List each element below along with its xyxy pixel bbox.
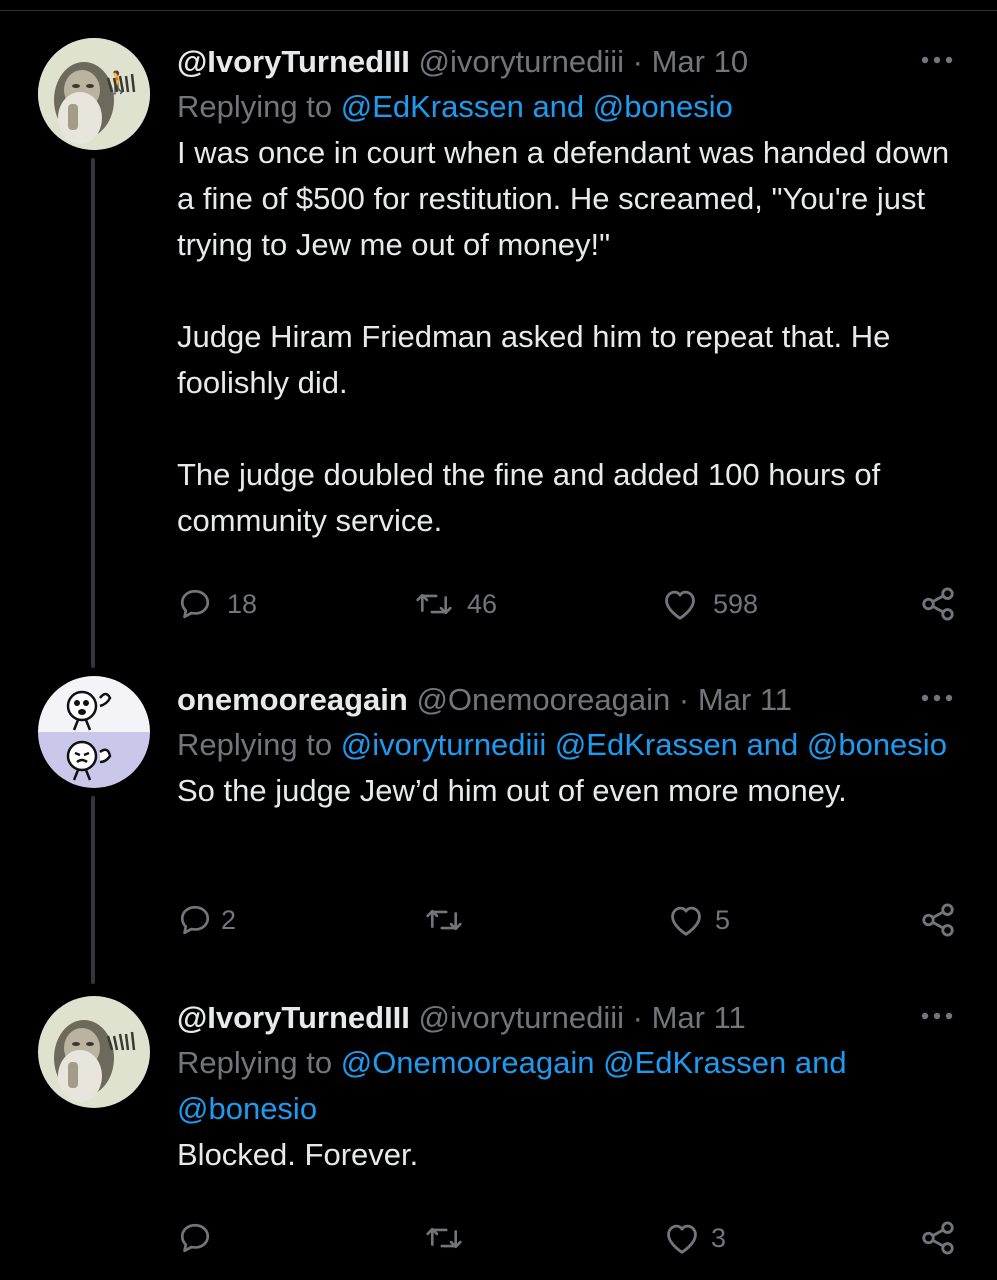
display-name[interactable]: @IvoryTurnedIII bbox=[177, 1000, 410, 1035]
replying-to: Replying to @ivoryturnediii @EdKrassen a… bbox=[177, 722, 957, 768]
like-count: 3 bbox=[711, 1222, 727, 1253]
top-divider bbox=[0, 10, 997, 11]
reply-button[interactable] bbox=[177, 1218, 213, 1258]
reply-button[interactable]: 18 bbox=[177, 584, 257, 624]
tweet-text: Blocked. Forever. bbox=[177, 1137, 419, 1172]
replying-to-links[interactable]: @ivoryturnediii @EdKrassen and @bonesio bbox=[341, 727, 947, 762]
tweet-actions: 3 bbox=[177, 1218, 957, 1258]
display-name[interactable]: onemooreagain bbox=[177, 682, 408, 717]
avatar-ivoryturnediii[interactable] bbox=[38, 996, 150, 1108]
share-icon bbox=[919, 585, 957, 623]
replying-to-label: Replying to bbox=[177, 727, 333, 762]
share-icon bbox=[919, 1219, 957, 1257]
share-icon bbox=[919, 901, 957, 939]
retweet-button[interactable]: 46 bbox=[415, 584, 497, 624]
tweet-actions: 18 46 598 bbox=[177, 584, 957, 624]
retweet-count: 46 bbox=[467, 588, 498, 619]
tweet-actions: 2 5 bbox=[177, 900, 957, 940]
display-name[interactable]: @IvoryTurnedIII bbox=[177, 44, 410, 79]
like-button[interactable]: 5 bbox=[667, 900, 730, 940]
reply-count: 2 bbox=[221, 904, 237, 935]
like-count: 5 bbox=[715, 904, 731, 935]
share-button[interactable] bbox=[919, 900, 957, 940]
reply-button[interactable]: 2 bbox=[177, 900, 236, 940]
separator-dot: · bbox=[632, 44, 643, 79]
tweet-text: So the judge Jew’d him out of even more … bbox=[177, 773, 847, 808]
tweet-date[interactable]: Mar 11 bbox=[652, 1000, 746, 1035]
more-icon[interactable] bbox=[917, 686, 957, 710]
replying-to: Replying to @EdKrassen and @bonesio bbox=[177, 84, 957, 130]
more-icon[interactable] bbox=[917, 48, 957, 72]
replying-to-label: Replying to bbox=[177, 89, 333, 124]
thread-line bbox=[91, 158, 95, 666]
retweet-button[interactable] bbox=[425, 900, 463, 940]
thread-line bbox=[91, 796, 95, 984]
more-icon[interactable] bbox=[917, 1004, 957, 1028]
tweet-date[interactable]: Mar 11 bbox=[698, 682, 792, 717]
retweet-icon bbox=[425, 902, 463, 938]
replying-to-label: Replying to bbox=[177, 1045, 333, 1080]
like-button[interactable]: 598 bbox=[661, 584, 758, 624]
reply-icon bbox=[177, 586, 213, 622]
heart-icon bbox=[663, 1220, 701, 1256]
user-handle[interactable]: @ivoryturnediii bbox=[419, 1000, 624, 1035]
like-count: 598 bbox=[713, 588, 759, 619]
retweet-icon bbox=[425, 1220, 463, 1256]
like-button[interactable]: 3 bbox=[663, 1218, 726, 1258]
separator-dot: · bbox=[678, 682, 690, 717]
tweet-header: onemooreagain @Onemooreagain · Mar 11 bbox=[177, 680, 957, 720]
heart-icon bbox=[667, 902, 705, 938]
thread-line-top bbox=[91, 640, 95, 668]
separator-dot: · bbox=[632, 1000, 643, 1035]
retweet-icon bbox=[415, 586, 453, 622]
share-button[interactable] bbox=[919, 584, 957, 624]
heart-icon bbox=[661, 586, 699, 622]
user-handle[interactable]: @ivoryturnediii bbox=[419, 44, 624, 79]
tweet-text: I was once in court when a defendant was… bbox=[177, 135, 950, 538]
retweet-button[interactable] bbox=[425, 1218, 463, 1258]
avatar-ivoryturnediii[interactable]: 🚶 bbox=[38, 38, 150, 150]
user-handle[interactable]: @Onemooreagain bbox=[416, 682, 670, 717]
reply-icon bbox=[177, 902, 213, 938]
share-button[interactable] bbox=[919, 1218, 957, 1258]
reply-icon bbox=[177, 1220, 213, 1256]
avatar-onemooreagain[interactable] bbox=[38, 676, 150, 788]
replying-to-links[interactable]: @EdKrassen and @bonesio bbox=[341, 89, 733, 124]
reply-count: 18 bbox=[227, 588, 258, 619]
replying-to: Replying to @Onemooreagain @EdKrassen an… bbox=[177, 1040, 957, 1132]
tweet-date[interactable]: Mar 10 bbox=[652, 44, 748, 79]
tweet-header: @IvoryTurnedIII @ivoryturnediii · Mar 10 bbox=[177, 42, 957, 82]
tweet-header: @IvoryTurnedIII @ivoryturnediii · Mar 11 bbox=[177, 998, 957, 1038]
